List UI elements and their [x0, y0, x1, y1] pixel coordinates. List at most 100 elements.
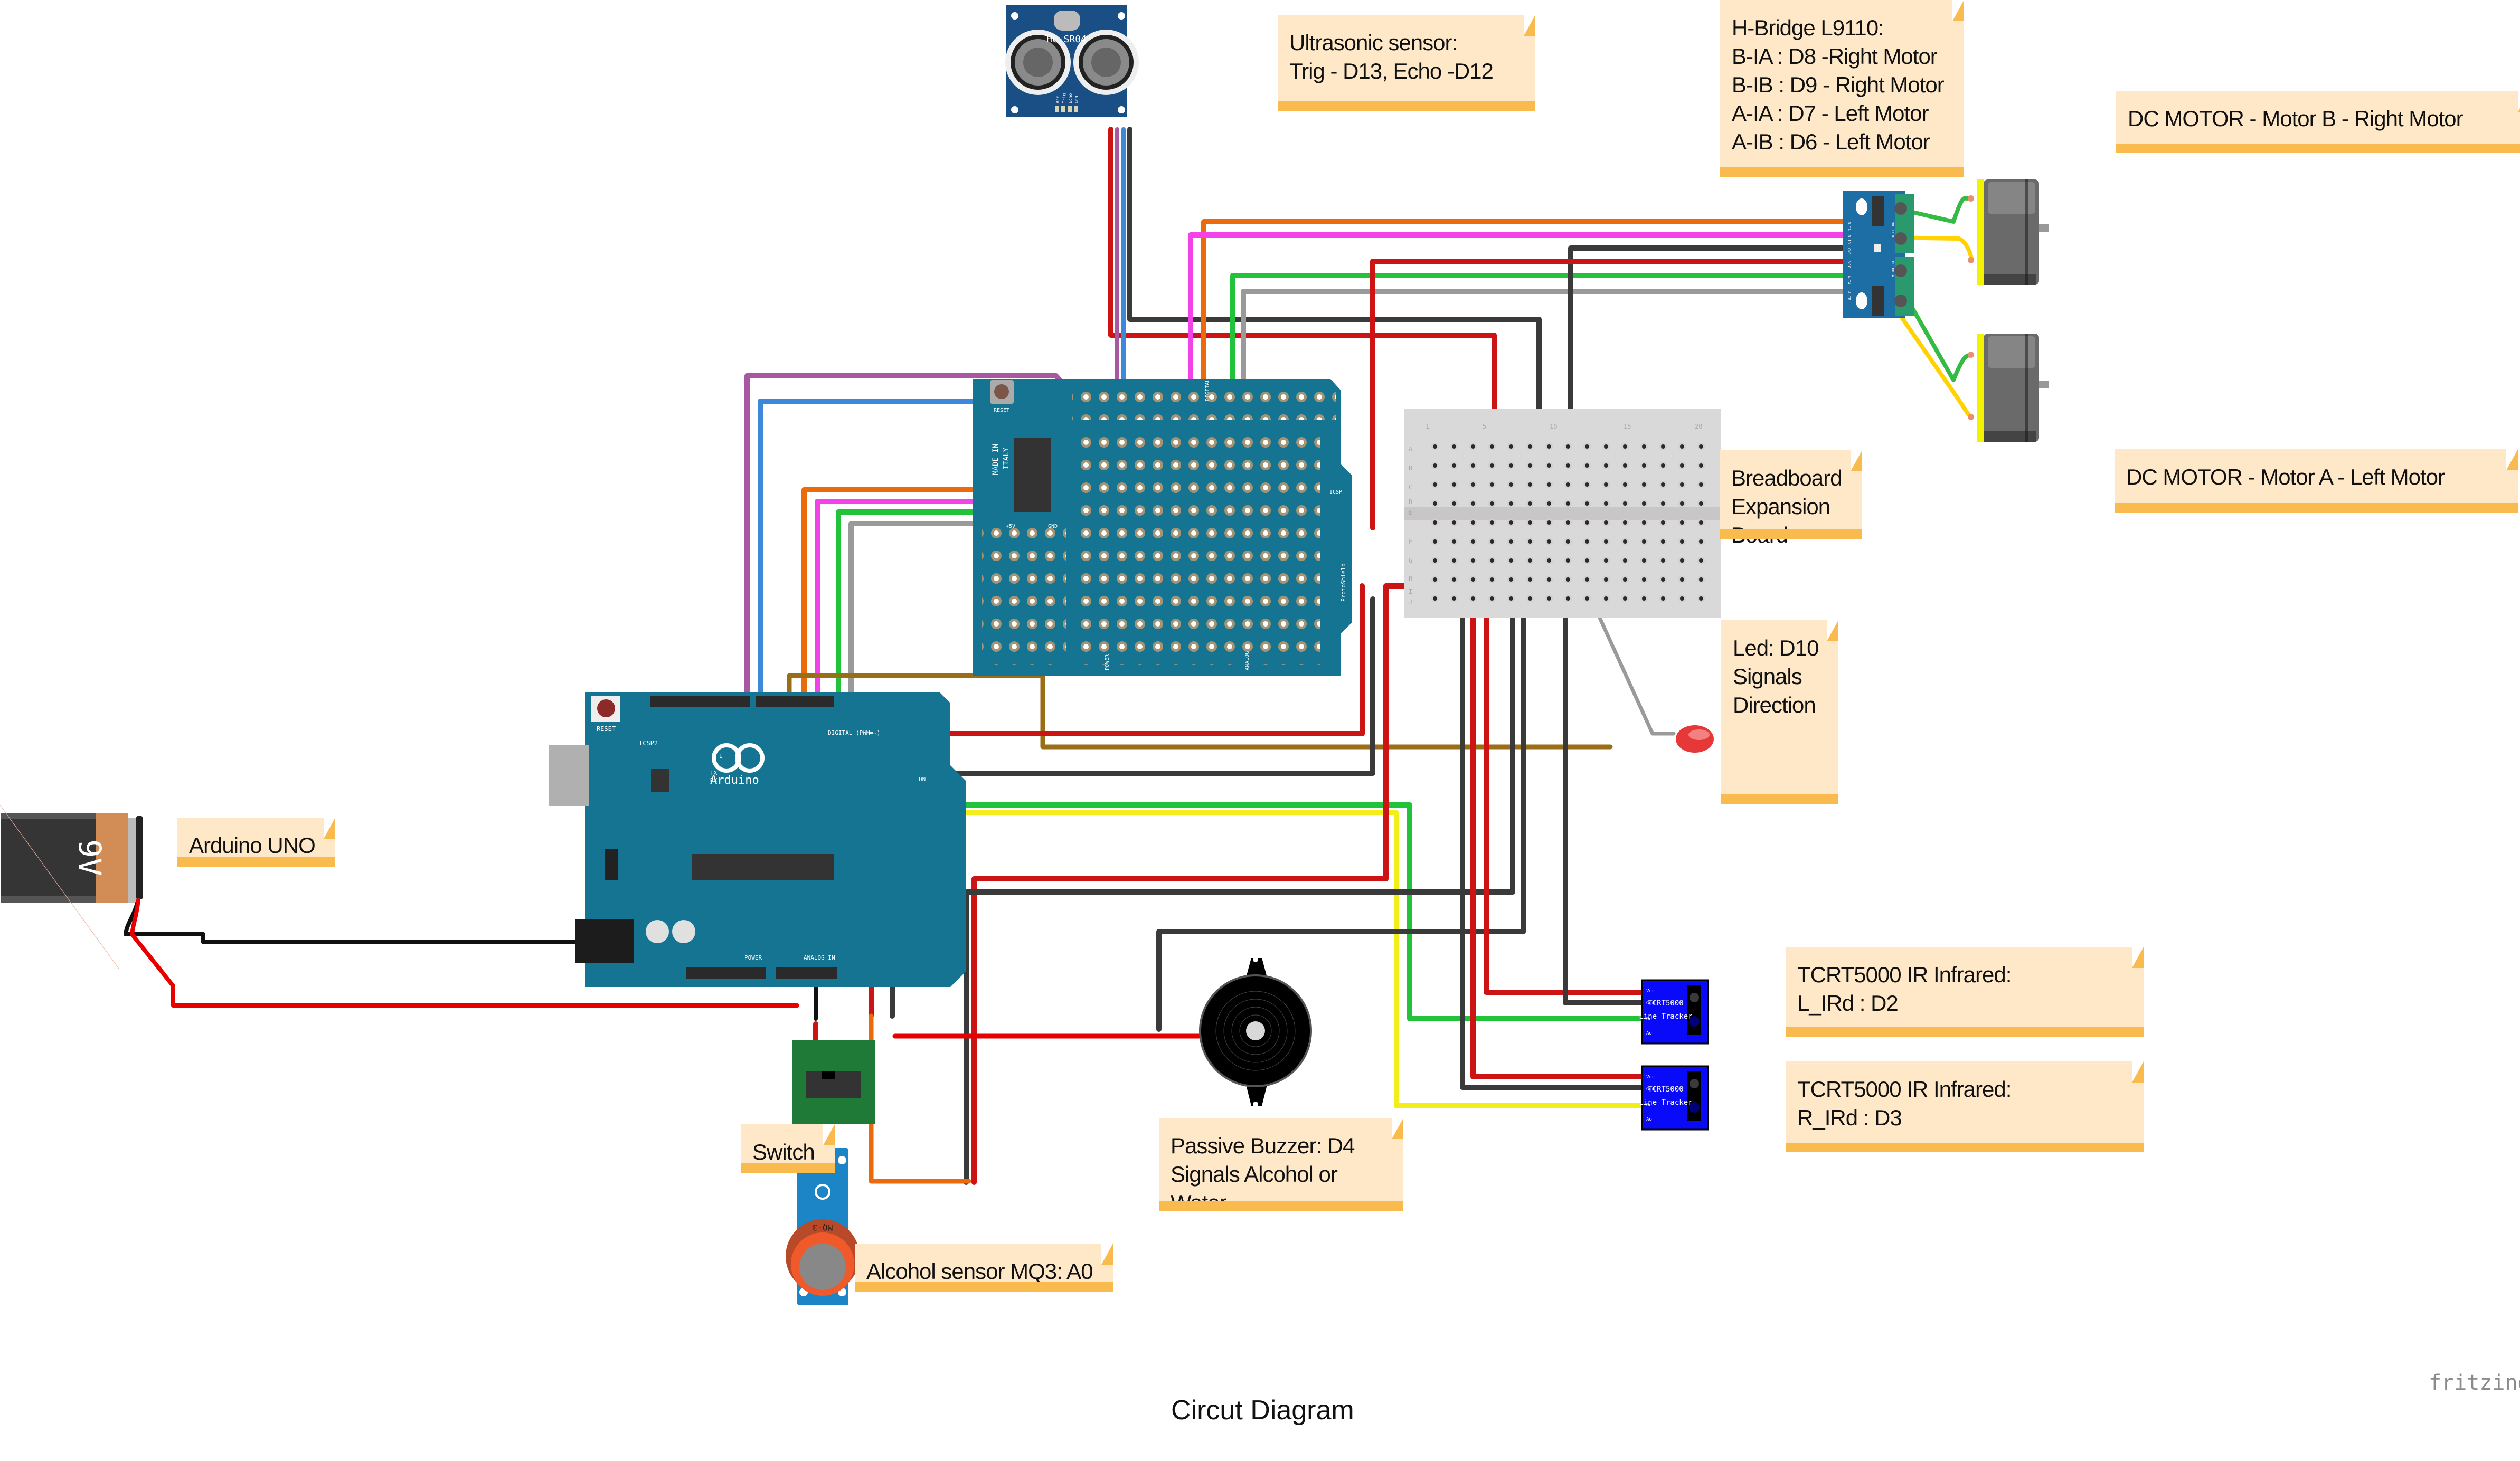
svg-text:C: C	[1409, 483, 1412, 491]
svg-text:Vcc: Vcc	[1055, 96, 1060, 103]
note-hbridge[interactable]: H-Bridge L9110: B-IA : D8 -Right Motor B…	[1720, 0, 1964, 177]
note-motor-b[interactable]: DC MOTOR - Motor B - Right Motor	[2116, 91, 2520, 153]
ultrasonic-model: HC-SR04	[1046, 34, 1087, 45]
circuit-canvas: 9V HC-SR04 Vcc Trig Echo Gnd B-IA B-IB G…	[0, 5, 2049, 1305]
svg-text:Do: Do	[1646, 1017, 1652, 1022]
svg-text:E: E	[1409, 509, 1412, 516]
note-fold-icon	[2132, 1061, 2144, 1083]
svg-text:Vcc: Vcc	[1646, 989, 1655, 994]
digital-header	[650, 696, 750, 707]
note-fold-icon	[1392, 1118, 1403, 1139]
svg-text:Echo: Echo	[1068, 93, 1073, 103]
svg-text:VCC: VCC	[1847, 261, 1851, 268]
dc-motor-a[interactable]	[1968, 334, 2049, 442]
svg-text:Gnd: Gnd	[1646, 1087, 1655, 1092]
svg-text:J: J	[1409, 599, 1412, 606]
ultrasonic-sensor[interactable]: HC-SR04 Vcc Trig Echo Gnd	[1005, 5, 1139, 117]
note-fold-icon	[1524, 15, 1535, 36]
svg-text:POWER: POWER	[1105, 654, 1110, 670]
usb-port	[549, 745, 589, 806]
power-header	[686, 967, 766, 979]
svg-text:DIGITAL (PWM=~): DIGITAL (PWM=~)	[828, 729, 880, 736]
svg-text:GND: GND	[1048, 524, 1058, 529]
note-switch[interactable]: Switch	[741, 1124, 835, 1173]
wire-irr-gnd	[1460, 578, 1653, 1090]
ir-sensor-right[interactable]: TCRT5000 Line Tracker Vcc Gnd Do Ao	[1639, 1065, 1709, 1131]
note-buzzer[interactable]: Passive Buzzer: D4 Signals Alcohol or Wa…	[1159, 1118, 1403, 1215]
svg-text:B-IA: B-IA	[1847, 222, 1851, 231]
svg-text:H: H	[1409, 575, 1412, 582]
svg-text:A-IA: A-IA	[1847, 276, 1851, 285]
note-fold-icon	[823, 1124, 835, 1145]
svg-text:POWER: POWER	[744, 954, 762, 961]
svg-text:5: 5	[1483, 423, 1486, 430]
hbridge-module[interactable]: B-IA B-IB GND VCC A-IA A-IB MOTOR B MOTO…	[1843, 191, 1914, 318]
svg-text:I: I	[1409, 588, 1412, 595]
svg-text:MOTOR A: MOTOR A	[1891, 261, 1895, 277]
note-breadboard[interactable]: Breadboard Expansion Board	[1720, 450, 1862, 547]
led-red[interactable]	[1676, 725, 1714, 753]
svg-text:15: 15	[1624, 423, 1631, 430]
svg-text:MOTOR B: MOTOR B	[1891, 222, 1895, 238]
svg-text:A-IB: A-IB	[1847, 291, 1851, 300]
note-motor-a[interactable]: DC MOTOR - Motor A - Left Motor	[2115, 449, 2518, 513]
note-mq3[interactable]: Alcohol sensor MQ3: A0	[855, 1244, 1113, 1292]
note-fold-icon	[1851, 450, 1862, 471]
svg-text:Ao: Ao	[1646, 1031, 1652, 1036]
svg-text:G: G	[1409, 557, 1412, 564]
svg-text:RESET: RESET	[994, 407, 1009, 413]
wire-motora-yellow	[1888, 299, 1974, 419]
svg-text:Vcc: Vcc	[1646, 1075, 1655, 1080]
note-fold-icon	[2132, 947, 2144, 968]
svg-text:20: 20	[1695, 423, 1702, 430]
svg-text:Trig: Trig	[1062, 93, 1066, 103]
svg-text:B: B	[1409, 464, 1412, 472]
svg-text:ProtoShield: ProtoShield	[1340, 563, 1347, 602]
svg-text:ON: ON	[919, 776, 926, 783]
svg-text:ITALY: ITALY	[1002, 447, 1011, 470]
svg-text:F: F	[1409, 538, 1412, 545]
wire-power-black-2	[964, 610, 1515, 1185]
svg-text:D: D	[1409, 498, 1412, 506]
battery-9v[interactable]: 9V	[0, 804, 143, 969]
svg-text:Do: Do	[1646, 1103, 1652, 1108]
svg-text:ANALOG IN: ANALOG IN	[804, 954, 835, 961]
svg-text:TX: TX	[710, 770, 718, 776]
note-arduino[interactable]: Arduino UNO	[177, 818, 335, 867]
dc-motor-b[interactable]	[1968, 179, 2049, 285]
svg-text:B-IB: B-IB	[1847, 235, 1851, 244]
svg-text:DIGITAL: DIGITAL	[1205, 379, 1211, 401]
svg-text:Gnd: Gnd	[1646, 1001, 1655, 1006]
note-led[interactable]: Led: D10 Signals Direction	[1721, 620, 1838, 804]
svg-text:GND: GND	[1847, 248, 1851, 255]
proto-shield[interactable]: RESET MADE IN ITALY DIGITAL ICSP ProtoSh…	[973, 379, 1352, 676]
svg-text:L: L	[719, 753, 723, 760]
analog-header	[776, 967, 837, 979]
digital-header-2	[756, 696, 834, 707]
diagram-title: Circut Diagram	[1171, 1395, 1354, 1426]
ir-sensor-left[interactable]: TCRT5000 Line Tracker Vcc Gnd Do Ao	[1639, 979, 1709, 1045]
arduino-uno[interactable]: RESET ICSP2 Arduino L TX RX ON DIGITAL (…	[549, 692, 966, 987]
note-fold-icon	[1952, 0, 1964, 21]
arduino-logo: Arduino	[710, 774, 759, 787]
svg-text:MQ-3: MQ-3	[813, 1222, 833, 1232]
note-fold-icon	[1101, 1244, 1113, 1265]
svg-text:1: 1	[1426, 423, 1429, 430]
note-ultrasonic[interactable]: Ultrasonic sensor: Trig - D13, Echo -D12	[1278, 15, 1535, 111]
svg-text:ICSP2: ICSP2	[639, 739, 658, 747]
passive-buzzer[interactable]	[1199, 957, 1312, 1107]
svg-text:Ao: Ao	[1646, 1117, 1652, 1122]
note-fold-icon	[324, 818, 335, 839]
wire-irl-gnd	[1563, 578, 1653, 1005]
power-jack	[575, 919, 634, 963]
note-fold-icon	[2506, 449, 2518, 470]
slide-switch[interactable]	[792, 1040, 875, 1124]
note-ir-left[interactable]: TCRT5000 IR Infrared: L_IRd : D2	[1786, 947, 2144, 1037]
svg-text:10: 10	[1550, 423, 1557, 430]
svg-text:Gnd: Gnd	[1074, 96, 1079, 103]
wire-d2-green	[916, 699, 1653, 1021]
note-ir-right[interactable]: TCRT5000 IR Infrared: R_IRd : D3	[1786, 1061, 2144, 1152]
note-fold-icon	[1827, 620, 1838, 641]
breadboard[interactable]: 1 5 10 15 20 A B C D E F G H I J	[1404, 409, 1721, 618]
svg-text:RESET: RESET	[597, 725, 616, 733]
